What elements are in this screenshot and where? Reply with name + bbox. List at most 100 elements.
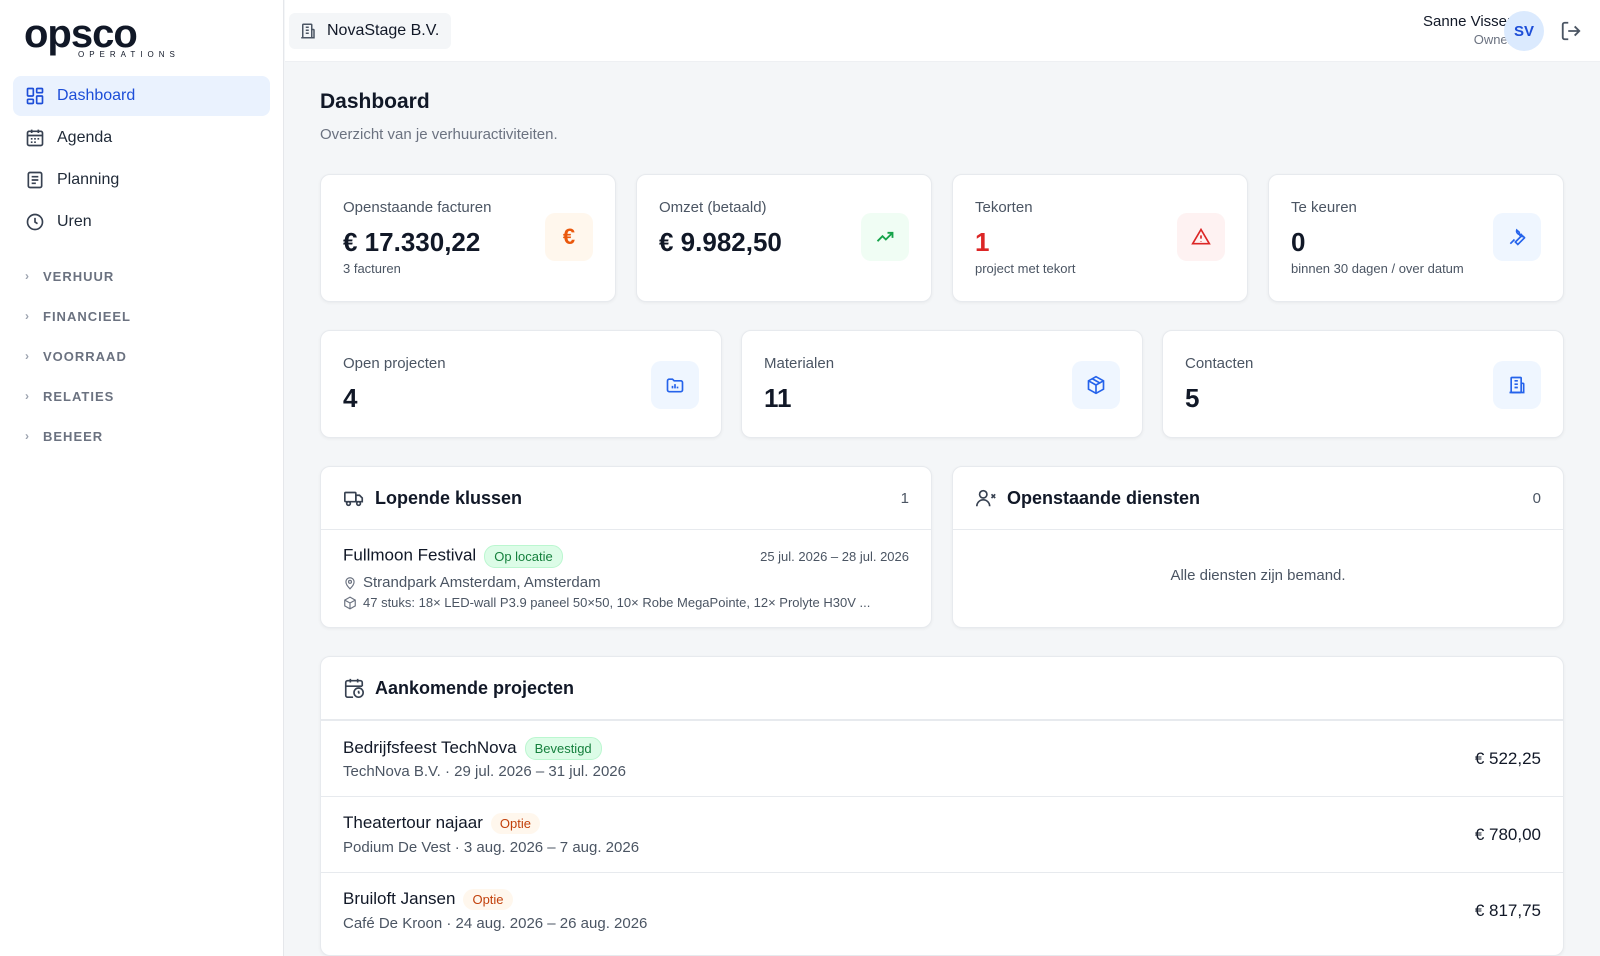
stat-label: Tekorten xyxy=(975,199,1033,216)
sidebar-item-label: Planning xyxy=(57,171,120,188)
stat-sub: 3 facturen xyxy=(343,261,401,276)
stat-value: 1 xyxy=(975,227,990,257)
empty-state: Alle diensten zijn bemand. xyxy=(1170,567,1346,584)
stat-card-te-keuren[interactable]: Te keuren 0 binnen 30 dagen / over datum xyxy=(1268,174,1564,302)
chevron-right-icon: › xyxy=(25,349,30,363)
panel-header: Aankomende projecten xyxy=(321,657,1563,720)
avatar[interactable]: SV xyxy=(1504,11,1544,51)
sidebar-item-label: Dashboard xyxy=(57,87,136,104)
user-info[interactable]: Sanne Visser Owner xyxy=(1423,12,1512,48)
map-pin-icon xyxy=(345,576,355,590)
sidebar-group-beheer[interactable]: › BEHEER xyxy=(13,416,270,456)
project-amount: € 780,00 xyxy=(1474,825,1541,844)
sidebar-group-financieel[interactable]: › FINANCIEEL xyxy=(13,296,270,336)
wrench-icon xyxy=(1493,213,1541,261)
sidebar-item-dashboard[interactable]: Dashboard xyxy=(13,76,270,116)
stat-value: 5 xyxy=(1185,383,1200,413)
logo-tagline: OPERATIONS xyxy=(78,50,180,59)
building-icon xyxy=(301,23,315,39)
panel-count: 1 xyxy=(900,489,909,507)
truck-icon xyxy=(344,491,364,507)
panel-count: 0 xyxy=(1532,489,1541,507)
stat-card-omzet[interactable]: Omzet (betaald) € 9.982,50 xyxy=(636,174,932,302)
stat-value: € 9.982,50 xyxy=(659,227,782,257)
project-title: Bruiloft Jansen xyxy=(343,889,456,908)
stat-label: Openstaande facturen xyxy=(343,199,492,216)
location-text: Strandpark Amsterdam, Amsterdam xyxy=(363,574,601,591)
job-dates: 25 jul. 2026 – 28 jul. 2026 xyxy=(760,549,909,564)
stat-label: Te keuren xyxy=(1291,199,1357,216)
sidebar-item-label: Uren xyxy=(57,213,92,230)
lopende-klussen-panel: Lopende klussen 1 Fullmoon Festival Op lo… xyxy=(320,466,932,628)
job-items: 47 stuks: 18× LED-wall P3.9 paneel 50×50… xyxy=(343,595,909,610)
dashboard-grid-icon xyxy=(25,86,45,106)
sidebar: opsco OPERATIONS Dashboard Agenda Planni… xyxy=(0,0,284,956)
stat-value: € 17.330,22 xyxy=(343,227,481,257)
sidebar-group-verhuur[interactable]: › VERHUUR xyxy=(13,256,270,296)
package-icon xyxy=(344,595,356,610)
chevron-right-icon: › xyxy=(25,389,30,403)
organization-name: NovaStage B.V. xyxy=(327,22,440,39)
project-sub: Café De Kroon · 24 aug. 2026 – 26 aug. 2… xyxy=(343,915,648,932)
stat-value: 0 xyxy=(1291,227,1306,257)
sidebar-item-label: Agenda xyxy=(57,129,113,146)
stat-label: Materialen xyxy=(764,355,835,372)
sidebar-groups: › VERHUUR › FINANCIEEL › VOORRAAD › RELATIES… xyxy=(13,256,270,456)
stat-card-contacten[interactable]: Contacten 5 xyxy=(1162,330,1564,438)
openstaande-diensten-panel: Openstaande diensten 0 Alle diensten zij… xyxy=(952,466,1564,628)
status-badge: Bevestigd xyxy=(524,737,602,760)
job-item[interactable]: Fullmoon Festival Op locatie 25 jul. 2026… xyxy=(343,545,909,610)
stat-card-openstaande-facturen[interactable]: Openstaande facturen € 17.330,22 3 factu… xyxy=(320,174,616,302)
project-sub: TechNova B.V. · 29 jul. 2026 – 31 jul. 2… xyxy=(343,763,626,780)
stat-card-tekorten[interactable]: Tekorten 1 project met tekort xyxy=(952,174,1248,302)
job-title: Fullmoon Festival xyxy=(343,545,477,565)
stat-card-materialen[interactable]: Materialen 11 xyxy=(741,330,1143,438)
page-subtitle: Overzicht van je verhuuractiviteiten. xyxy=(320,126,558,143)
panel-header: Lopende klussen 1 xyxy=(321,467,931,530)
status-badge: Optie xyxy=(463,889,513,911)
user-name: Sanne Visser xyxy=(1423,13,1512,30)
project-row[interactable]: Bruiloft Jansen Optie Café De Kroon · 24 … xyxy=(321,872,1563,948)
sidebar-nav: Dashboard Agenda Planning Uren xyxy=(13,76,270,244)
project-row[interactable]: Theatertour najaar Optie Podium De Vest ·… xyxy=(321,796,1563,872)
panel-title: Lopende klussen xyxy=(375,487,523,508)
stat-value: 4 xyxy=(343,383,358,413)
stat-sub: project met tekort xyxy=(975,261,1076,276)
page-title: Dashboard xyxy=(320,90,430,113)
trending-up-icon xyxy=(861,213,909,261)
sidebar-group-voorraad[interactable]: › VOORRAAD xyxy=(13,336,270,376)
package-icon xyxy=(1072,361,1120,409)
logo-wordmark: opsco xyxy=(24,12,138,56)
chevron-right-icon: › xyxy=(25,309,30,323)
clipboard-list-icon xyxy=(25,170,45,190)
sidebar-item-uren[interactable]: Uren xyxy=(13,202,270,242)
euro-icon: € xyxy=(545,213,593,261)
calendar-clock-icon xyxy=(344,678,364,698)
project-title: Bedrijfsfeest TechNova xyxy=(343,737,517,757)
warning-icon xyxy=(1177,213,1225,261)
sidebar-group-relaties[interactable]: › RELATIES xyxy=(13,376,270,416)
logout-icon[interactable] xyxy=(1560,20,1582,42)
stat-card-open-projecten[interactable]: Open projecten 4 xyxy=(320,330,722,438)
panel-title: Openstaande diensten xyxy=(1007,487,1201,508)
sidebar-item-agenda[interactable]: Agenda xyxy=(13,118,270,158)
panel-title: Aankomende projecten xyxy=(375,677,575,698)
chevron-right-icon: › xyxy=(25,429,30,443)
job-location: Strandpark Amsterdam, Amsterdam xyxy=(343,574,909,591)
folder-chart-icon xyxy=(651,361,699,409)
stat-label: Contacten xyxy=(1185,355,1254,372)
building-icon xyxy=(1493,361,1541,409)
chevron-right-icon: › xyxy=(25,269,30,283)
status-badge: Optie xyxy=(490,813,540,835)
user-x-icon xyxy=(976,489,996,507)
panel-header: Openstaande diensten 0 xyxy=(953,467,1563,530)
project-amount: € 817,75 xyxy=(1474,901,1541,920)
logo[interactable]: opsco OPERATIONS xyxy=(24,12,180,60)
group-label: RELATIES xyxy=(43,388,115,404)
group-label: VERHUUR xyxy=(43,268,115,284)
sidebar-item-planning[interactable]: Planning xyxy=(13,160,270,200)
aankomende-projecten-panel: Aankomende projecten Bedrijfsfeest TechN… xyxy=(320,656,1564,956)
organization-switcher[interactable]: NovaStage B.V. xyxy=(289,13,452,49)
project-row[interactable]: Bedrijfsfeest TechNova Bevestigd TechNova… xyxy=(321,720,1563,796)
user-role: Owner xyxy=(1473,32,1512,47)
